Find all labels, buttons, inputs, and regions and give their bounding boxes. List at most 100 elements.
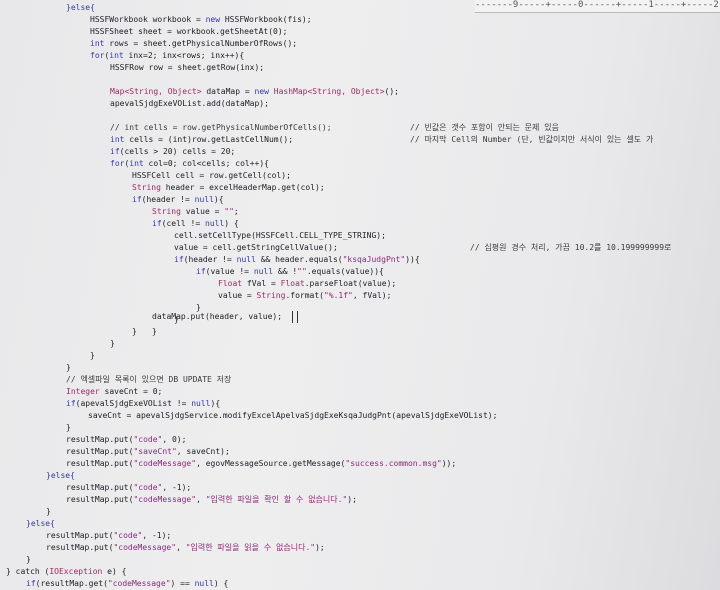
code-token: value = [180,207,225,216]
code-token: (cell != [161,219,205,228]
code-token: "" [297,267,307,276]
code-line: for(int inx=2; inx<rows; inx++){ [90,50,244,62]
code-token: )){ [405,255,420,264]
code-token: ); [315,543,325,552]
code-token: null [236,255,256,264]
code-token: }else{ [26,519,55,528]
code-line: }else{ [66,2,95,14]
code-token: if [66,399,76,408]
code-line: resultMap.put("codeMessage", egovMessage… [66,458,456,470]
code-line: HSSFSheet sheet = workbook.getSheetAt(0)… [90,26,287,38]
code-token: for [110,159,125,168]
code-token: (); [384,87,399,96]
code-token: null [194,579,214,588]
code-line: apevalSjdgExeVOList.add(dataMap); [110,98,269,110]
code-area[interactable]: }else{HSSFWorkbook workbook = new HSSFWo… [0,0,720,590]
code-token: "codeMessage" [133,459,197,468]
code-token: HSSFWorkbook workbook = [90,15,206,24]
code-token: "codeMessage" [133,495,197,504]
code-token: if [132,195,142,204]
code-line: if(apevalSjdgExeVOList != null){ [66,398,220,410]
code-token: dataMap.put(header, value); [152,312,283,321]
code-token: String [132,183,161,192]
code-line: if(value != null && !"".equals(value)){ [196,266,384,278]
code-token: , -1); [162,483,192,492]
code-token: if [110,147,120,156]
code-editor-screen: -------9-----+-----0------+-----1-----+-… [0,0,720,590]
code-token: }else{ [46,471,75,480]
code-line: value = String.format("%.1f", fVal); [218,290,391,302]
code-line: } [90,350,95,362]
code-token: , fVal); [352,291,392,300]
code-comment: // 마지막 Cell의 Number (단, 빈값이지만 서식이 있는 셀도 … [410,135,654,144]
code-token: (cells > 20) cells = 20; [119,147,236,156]
code-token: apevalSjdgExeVOList.add(dataMap); [110,99,269,108]
code-token: null [191,399,211,408]
code-token: dataMap = [201,87,255,96]
code-token: "code" [133,483,163,492]
code-token: new [205,15,221,24]
code-line: resultMap.put("code", -1); [66,482,191,494]
code-token: "code" [113,531,143,540]
code-token: Float [280,279,305,288]
code-token: int [110,135,125,144]
code-line: if(cell != null) { [152,218,239,230]
code-token: } [26,555,31,564]
code-line: if(resultMap.get("codeMessage") == null)… [26,578,228,590]
code-token: resultMap.put( [66,435,134,444]
code-comment: // 빈값은 갯수 포함이 안되는 문제 있음 [410,123,559,132]
code-token: ) { [213,579,229,588]
code-token: Map<String, Object> [110,87,202,96]
code-line: int cells = (int)row.getLastCellNum(); [110,134,293,146]
code-token: inx=2; inx<rows; inx++){ [123,51,245,60]
code-token: "%.1f" [323,291,353,300]
code-line: if(header != null && header.equals("ksqa… [174,254,420,266]
code-token: null [253,267,274,276]
code-token: ; [233,207,239,216]
code-token: } [90,351,95,360]
code-token: (resultMap.get( [35,579,108,588]
code-line: saveCnt = apevalSjdgService.modifyExcelA… [88,410,497,422]
code-token: "codeMessage" [107,579,171,588]
code-token: col=0; col<cells; col++){ [143,159,269,168]
code-line: String header = excelHeaderMap.get(col); [132,182,325,194]
code-token: } [152,327,157,336]
code-token: null [194,195,214,204]
code-line: } [152,326,157,338]
code-token: , egovMessageSource.getMessage( [196,459,346,468]
code-token: ); [347,495,357,504]
code-token: value = [218,291,257,300]
code-token: } [66,423,71,432]
code-token: , -1); [142,531,172,540]
code-token: rows = sheet.getPhysicalNumberOfRows(); [104,39,298,48]
code-token: Float [218,279,243,288]
code-token: HSSFCell cell = row.getCell(col); [132,171,291,180]
code-token: cell.setCellType(HSSFCell.CELL_TYPE_STRI… [174,231,386,240]
code-token: null [205,219,225,228]
code-token: ) { [224,219,239,228]
code-token: } [110,339,115,348]
code-line: } [66,422,71,434]
code-token: "입력한 파일을 읽을 수 없습니다." [185,543,316,552]
code-token: e) { [102,567,127,576]
code-line: Map<String, Object> dataMap = new HashMa… [110,86,399,98]
code-token: , saveCnt); [176,447,230,456]
code-line: HSSFCell cell = row.getCell(col); [132,170,291,182]
code-token: } [66,363,71,372]
code-token: ) == [170,579,195,588]
code-line: } [132,326,137,338]
code-line: for(int col=0; col<cells; col++){ [110,158,269,170]
code-line: HSSFRow row = sheet.getRow(inx); [110,62,264,74]
code-line: resultMap.put("codeMessage", "입력한 파일을 읽을… [46,542,325,554]
code-line: int rows = sheet.getPhysicalNumberOfRows… [90,38,297,50]
code-token: HashMap<String, Object> [268,87,385,96]
code-token: value = cell.getStringCellValue(); [174,243,338,252]
code-token: && ! [273,267,298,276]
code-line: } [46,506,51,518]
code-token: .equals(value)){ [306,267,384,276]
code-token: // int cells = row.getPhysicalNumberOfCe… [110,123,332,132]
code-token: HSSFWorkbook(fis); [220,15,312,24]
code-token: saveCnt = apevalSjdgService.modifyExcelA… [88,411,498,420]
code-line: }else{ [46,470,75,482]
code-token: if [196,267,206,276]
